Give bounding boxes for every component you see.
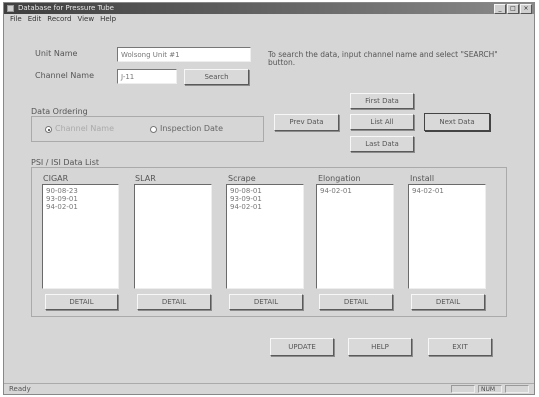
status-panel-blank-2 (505, 385, 529, 393)
channel-name-field[interactable]: J-11 (117, 69, 177, 84)
menu-bar: File Edit Record View Help (4, 15, 534, 25)
scrape-listbox[interactable]: 90-08-01 93-09-01 94-02-01 (226, 184, 304, 289)
list-item[interactable]: 94-02-01 (320, 187, 390, 195)
list-title-scrape: Scrape (228, 174, 256, 183)
radio-channel-name[interactable] (45, 126, 52, 133)
list-item[interactable]: 90-08-23 (46, 187, 115, 195)
list-title-cigar: CIGAR (43, 174, 69, 183)
list-item[interactable]: 94-02-01 (230, 203, 300, 211)
list-title-slar: SLAR (135, 174, 156, 183)
status-bar: Ready NUM (4, 383, 534, 394)
list-item[interactable]: 90-08-01 (230, 187, 300, 195)
cigar-detail-button[interactable]: DETAIL (45, 294, 118, 310)
slar-listbox[interactable] (134, 184, 212, 289)
unit-name-label: Unit Name (35, 49, 78, 58)
menu-view[interactable]: View (77, 15, 94, 25)
channel-name-label: Channel Name (35, 71, 94, 80)
unit-name-field[interactable]: Wolsong Unit #1 (117, 47, 251, 62)
menu-record[interactable]: Record (47, 15, 71, 25)
list-all-button[interactable]: List All (350, 114, 414, 130)
next-data-button[interactable]: Next Data (424, 113, 490, 131)
data-ordering-label: Data Ordering (31, 107, 88, 116)
first-data-button[interactable]: First Data (350, 93, 414, 109)
exit-button[interactable]: EXIT (428, 338, 492, 356)
menu-edit[interactable]: Edit (28, 15, 42, 25)
search-button[interactable]: Search (184, 69, 249, 85)
search-hint-text: To search the data, input channel name a… (268, 50, 498, 67)
install-detail-button[interactable]: DETAIL (411, 294, 485, 310)
data-list-label: PSI / ISI Data List (31, 158, 100, 167)
status-panel-num: NUM (478, 385, 502, 393)
menu-file[interactable]: File (10, 15, 22, 25)
slar-detail-button[interactable]: DETAIL (137, 294, 211, 310)
update-button[interactable]: UPDATE (270, 338, 334, 356)
prev-data-button[interactable]: Prev Data (274, 114, 339, 131)
scrape-detail-button[interactable]: DETAIL (229, 294, 303, 310)
last-data-button[interactable]: Last Data (350, 136, 414, 152)
menu-help[interactable]: Help (100, 15, 116, 25)
status-text: Ready (9, 385, 31, 393)
radio-inspection-date-label: Inspection Date (160, 124, 223, 133)
title-bar[interactable]: Database for Pressure Tube _ □ × (4, 3, 534, 14)
list-item[interactable]: 94-02-01 (46, 203, 115, 211)
list-item[interactable]: 93-09-01 (46, 195, 115, 203)
maximize-button[interactable]: □ (507, 4, 519, 14)
minimize-button[interactable]: _ (494, 4, 506, 14)
cigar-listbox[interactable]: 90-08-23 93-09-01 94-02-01 (42, 184, 119, 289)
radio-channel-name-label: Channel Name (55, 124, 114, 133)
app-icon[interactable] (7, 5, 14, 12)
elongation-detail-button[interactable]: DETAIL (319, 294, 393, 310)
list-title-install: Install (410, 174, 435, 183)
install-listbox[interactable]: 94-02-01 (408, 184, 486, 289)
radio-inspection-date[interactable] (150, 126, 157, 133)
list-item[interactable]: 93-09-01 (230, 195, 300, 203)
list-item[interactable]: 94-02-01 (412, 187, 482, 195)
elongation-listbox[interactable]: 94-02-01 (316, 184, 394, 289)
status-panel-blank (451, 385, 475, 393)
help-button[interactable]: HELP (348, 338, 412, 356)
window-title: Database for Pressure Tube (18, 4, 114, 12)
close-button[interactable]: × (520, 4, 532, 14)
main-window: Database for Pressure Tube _ □ × File Ed… (3, 2, 535, 395)
list-title-elongation: Elongation (318, 174, 361, 183)
